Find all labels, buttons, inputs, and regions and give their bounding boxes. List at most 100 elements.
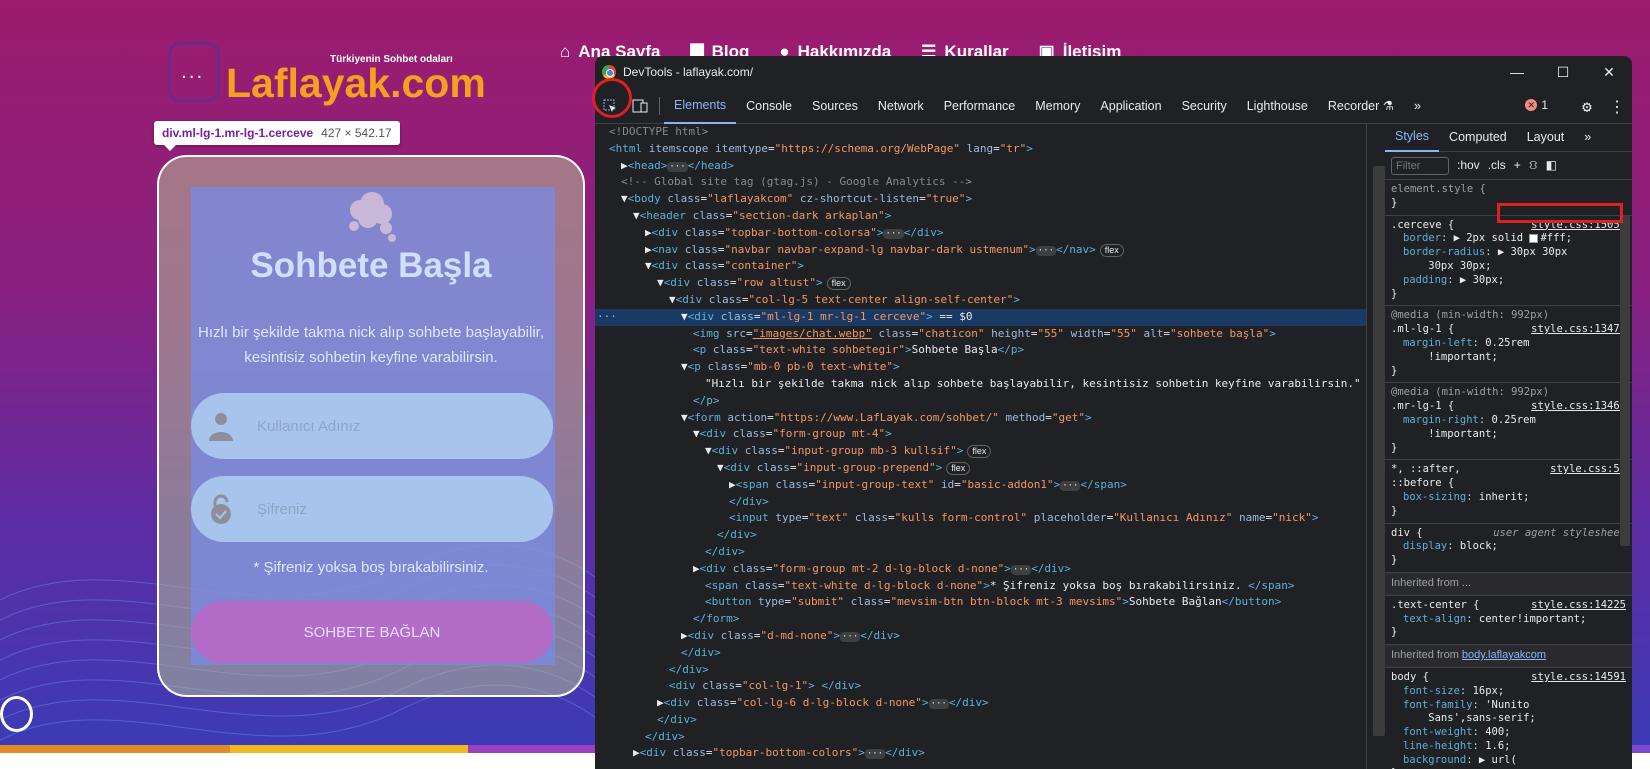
dom-node[interactable]: ▶<div class="topbar-bottom-colorsa"> ··· <… — [595, 225, 1366, 242]
minimize-icon[interactable]: — — [1494, 56, 1540, 88]
dom-node[interactable]: "Hızlı bir şekilde takma nick alıp sohbe… — [595, 376, 1366, 393]
chat-cloud-icon — [349, 192, 396, 242]
more-options-icon[interactable]: ⋮ — [1602, 88, 1632, 124]
tab-layout[interactable]: Layout — [1517, 124, 1575, 152]
dom-node[interactable]: </div> — [595, 527, 1366, 544]
dom-node[interactable]: ▶<div class="d-md-none"> ··· </div> — [595, 628, 1366, 645]
inherited-header: Inherited from ... — [1385, 572, 1632, 596]
dom-node[interactable]: ▼<div class="container"> — [595, 258, 1366, 275]
dom-node-selected[interactable]: ▼<div class="ml-lg-1 mr-lg-1 cerceve"> =… — [595, 308, 1366, 326]
maximize-icon[interactable]: ☐ — [1540, 56, 1586, 88]
dom-node[interactable]: <button type="submit" class="mevsim-btn … — [595, 594, 1366, 611]
styles-filter-input[interactable] — [1391, 156, 1449, 175]
dom-node[interactable]: <html itemscope itemtype="https://schema… — [595, 141, 1366, 158]
card-description: Hızlı bir şekilde takma nick alıp sohbet… — [198, 324, 544, 366]
settings-gear-icon[interactable]: ⚙ — [1572, 88, 1602, 124]
tab-application[interactable]: Application — [1090, 88, 1171, 124]
tab-security[interactable]: Security — [1172, 88, 1237, 124]
dom-node[interactable]: </p> — [595, 393, 1366, 410]
css-rule[interactable]: .text-center {style.css:14225 text-align:… — [1385, 596, 1632, 646]
tab-elements[interactable]: Elements — [664, 88, 737, 124]
connect-button[interactable]: SOHBETE BAĞLAN — [191, 601, 553, 663]
paint-icon[interactable]: ⛻ — [1529, 158, 1538, 173]
tab-recorder[interactable]: Recorder ⚗ — [1318, 88, 1404, 124]
more-subtabs-icon[interactable]: » — [1574, 124, 1601, 152]
devtools-tabbar: Elements Console Sources Network Perform… — [595, 88, 1632, 124]
dom-node[interactable]: ▼<form action="https://www.LafLayak.com/… — [595, 410, 1366, 427]
cls-toggle[interactable]: .cls — [1488, 158, 1506, 173]
dom-node[interactable]: <!-- Global site tag (gtag.js) - Google … — [595, 174, 1366, 191]
error-icon: ✕ — [1525, 99, 1538, 111]
user-icon — [191, 411, 251, 441]
dom-node[interactable]: </div> — [595, 645, 1366, 662]
error-badge[interactable]: ✕ 1 — [1525, 98, 1548, 112]
element-tooltip: div.ml-lg-1.mr-lg-1.cerceve 427 × 542.17 — [154, 121, 400, 151]
password-field[interactable]: Şifreniz — [191, 476, 553, 542]
css-rule[interactable]: *, ::after, style.css:55::before {box-siz… — [1385, 460, 1632, 524]
dom-node[interactable]: <p class="text-white sohbetegir">Sohbete… — [595, 342, 1366, 359]
dom-node[interactable]: ▶<nav class="navbar navbar-expand-lg nav… — [595, 242, 1366, 259]
dom-node[interactable]: ▶<span class="input-group-text" id="basi… — [595, 477, 1366, 494]
logo-text: Laflayak.com — [226, 60, 486, 106]
close-icon[interactable]: ✕ — [1586, 56, 1632, 88]
css-rule[interactable]: .cerceve {style.css:15050 border: ▶ 2px s… — [1385, 216, 1632, 307]
tab-styles[interactable]: Styles — [1385, 124, 1440, 152]
tab-lighthouse[interactable]: Lighthouse — [1237, 88, 1318, 124]
dom-node[interactable]: ▼<body class="laflayakcom" cz-shortcut-l… — [595, 191, 1366, 208]
dom-node[interactable]: <span class="text-white d-lg-block d-non… — [595, 578, 1366, 595]
dom-node[interactable]: ▶<div class="col-lg-6 d-lg-block d-none"… — [595, 695, 1366, 712]
dom-node[interactable]: ▼<div class="col-lg-5 text-center align-… — [595, 292, 1366, 309]
css-rule[interactable]: @media (min-width: 992px) .mr-lg-1 {style… — [1385, 383, 1632, 461]
dom-node[interactable]: </form> — [595, 611, 1366, 628]
tab-memory[interactable]: Memory — [1025, 88, 1090, 124]
password-note: * Şifreniz yoksa boş bırakabilirsiniz. — [253, 559, 489, 576]
dom-node[interactable]: <img src="images/chat.webp" class="chati… — [595, 326, 1366, 343]
dom-node[interactable]: ▼<div class="input-group mb-3 kullsif"> f… — [595, 443, 1366, 460]
dom-node[interactable]: </div> — [595, 494, 1366, 511]
tab-console[interactable]: Console — [736, 88, 802, 124]
username-placeholder: Kullanıcı Adınız — [257, 417, 361, 435]
tab-sources[interactable]: Sources — [802, 88, 868, 124]
inspect-highlight-circle — [592, 78, 632, 118]
password-placeholder: Şifreniz — [257, 500, 308, 518]
tab-computed[interactable]: Computed — [1439, 124, 1517, 152]
add-rule-icon[interactable]: + — [1514, 158, 1521, 173]
dom-node[interactable]: <!DOCTYPE html> — [595, 124, 1366, 141]
chrome-icon — [602, 65, 616, 79]
elements-dom-tree[interactable]: <!DOCTYPE html> <html itemscope itemtype=… — [595, 124, 1366, 769]
tab-network[interactable]: Network — [868, 88, 934, 124]
dom-node[interactable]: </div> — [595, 712, 1366, 729]
styles-scrollbar[interactable] — [1620, 216, 1630, 546]
dom-node[interactable]: </div> — [595, 662, 1366, 679]
dom-node[interactable]: ▼<div class="form-group mt-4"> — [595, 426, 1366, 443]
dom-node[interactable]: ▼<header class="section-dark arkaplan"> — [595, 208, 1366, 225]
dom-scrollbar[interactable] — [1373, 166, 1385, 736]
dom-node[interactable]: ▶<head> ··· </head> — [595, 158, 1366, 175]
css-rule[interactable]: body {style.css:14591 font-size: 16px; fon… — [1385, 668, 1632, 769]
username-field[interactable]: Kullanıcı Adınız — [191, 393, 553, 459]
dom-node[interactable]: <div class="col-lg-1"> </div> — [595, 678, 1366, 695]
corner-circle-decoration — [0, 696, 33, 732]
chat-bubble-icon: ··· — [168, 42, 220, 102]
home-icon: ⌂ — [560, 42, 571, 61]
css-rule[interactable]: div {user agent stylesheet display: block… — [1385, 524, 1632, 573]
dom-node[interactable]: <input type="text" class="kulls form-con… — [595, 510, 1366, 527]
devtools-window: DevTools - laflayak.com/ — ☐ ✕ Elements … — [595, 56, 1632, 769]
tab-performance[interactable]: Performance — [934, 88, 1026, 124]
dom-node[interactable]: ▼<p class="mb-0 pb-0 text-white"> — [595, 359, 1366, 376]
inherited-header: Inherited from body.laflayakcom — [1385, 645, 1632, 668]
dom-node[interactable]: ▶<div class="topbar-bottom-colors"> ··· </… — [595, 745, 1366, 762]
dom-node[interactable]: ▶<div class="form-group mt-2 d-lg-block … — [595, 561, 1366, 578]
dom-node[interactable]: </div> — [595, 544, 1366, 561]
flask-icon: ⚗ — [1382, 99, 1395, 113]
sidebar-toggle-icon[interactable]: ◧ — [1546, 158, 1557, 173]
hov-toggle[interactable]: :hov — [1457, 158, 1480, 173]
more-tabs-icon[interactable]: » — [1404, 88, 1431, 124]
css-rule[interactable]: @media (min-width: 992px) .ml-lg-1 {style… — [1385, 306, 1632, 384]
dom-node[interactable]: </div> — [595, 729, 1366, 746]
dom-node[interactable]: ▼<div class="row altust"> flex — [595, 275, 1366, 292]
dom-node[interactable]: ▼<div class="input-group-prepend"> flex — [595, 460, 1366, 477]
devtools-titlebar: DevTools - laflayak.com/ — ☐ ✕ — [595, 56, 1632, 88]
site-logo[interactable]: ··· Türkiyenin Sohbet odaları Laflayak.c… — [168, 42, 488, 112]
devtools-title: DevTools - laflayak.com/ — [623, 65, 754, 79]
